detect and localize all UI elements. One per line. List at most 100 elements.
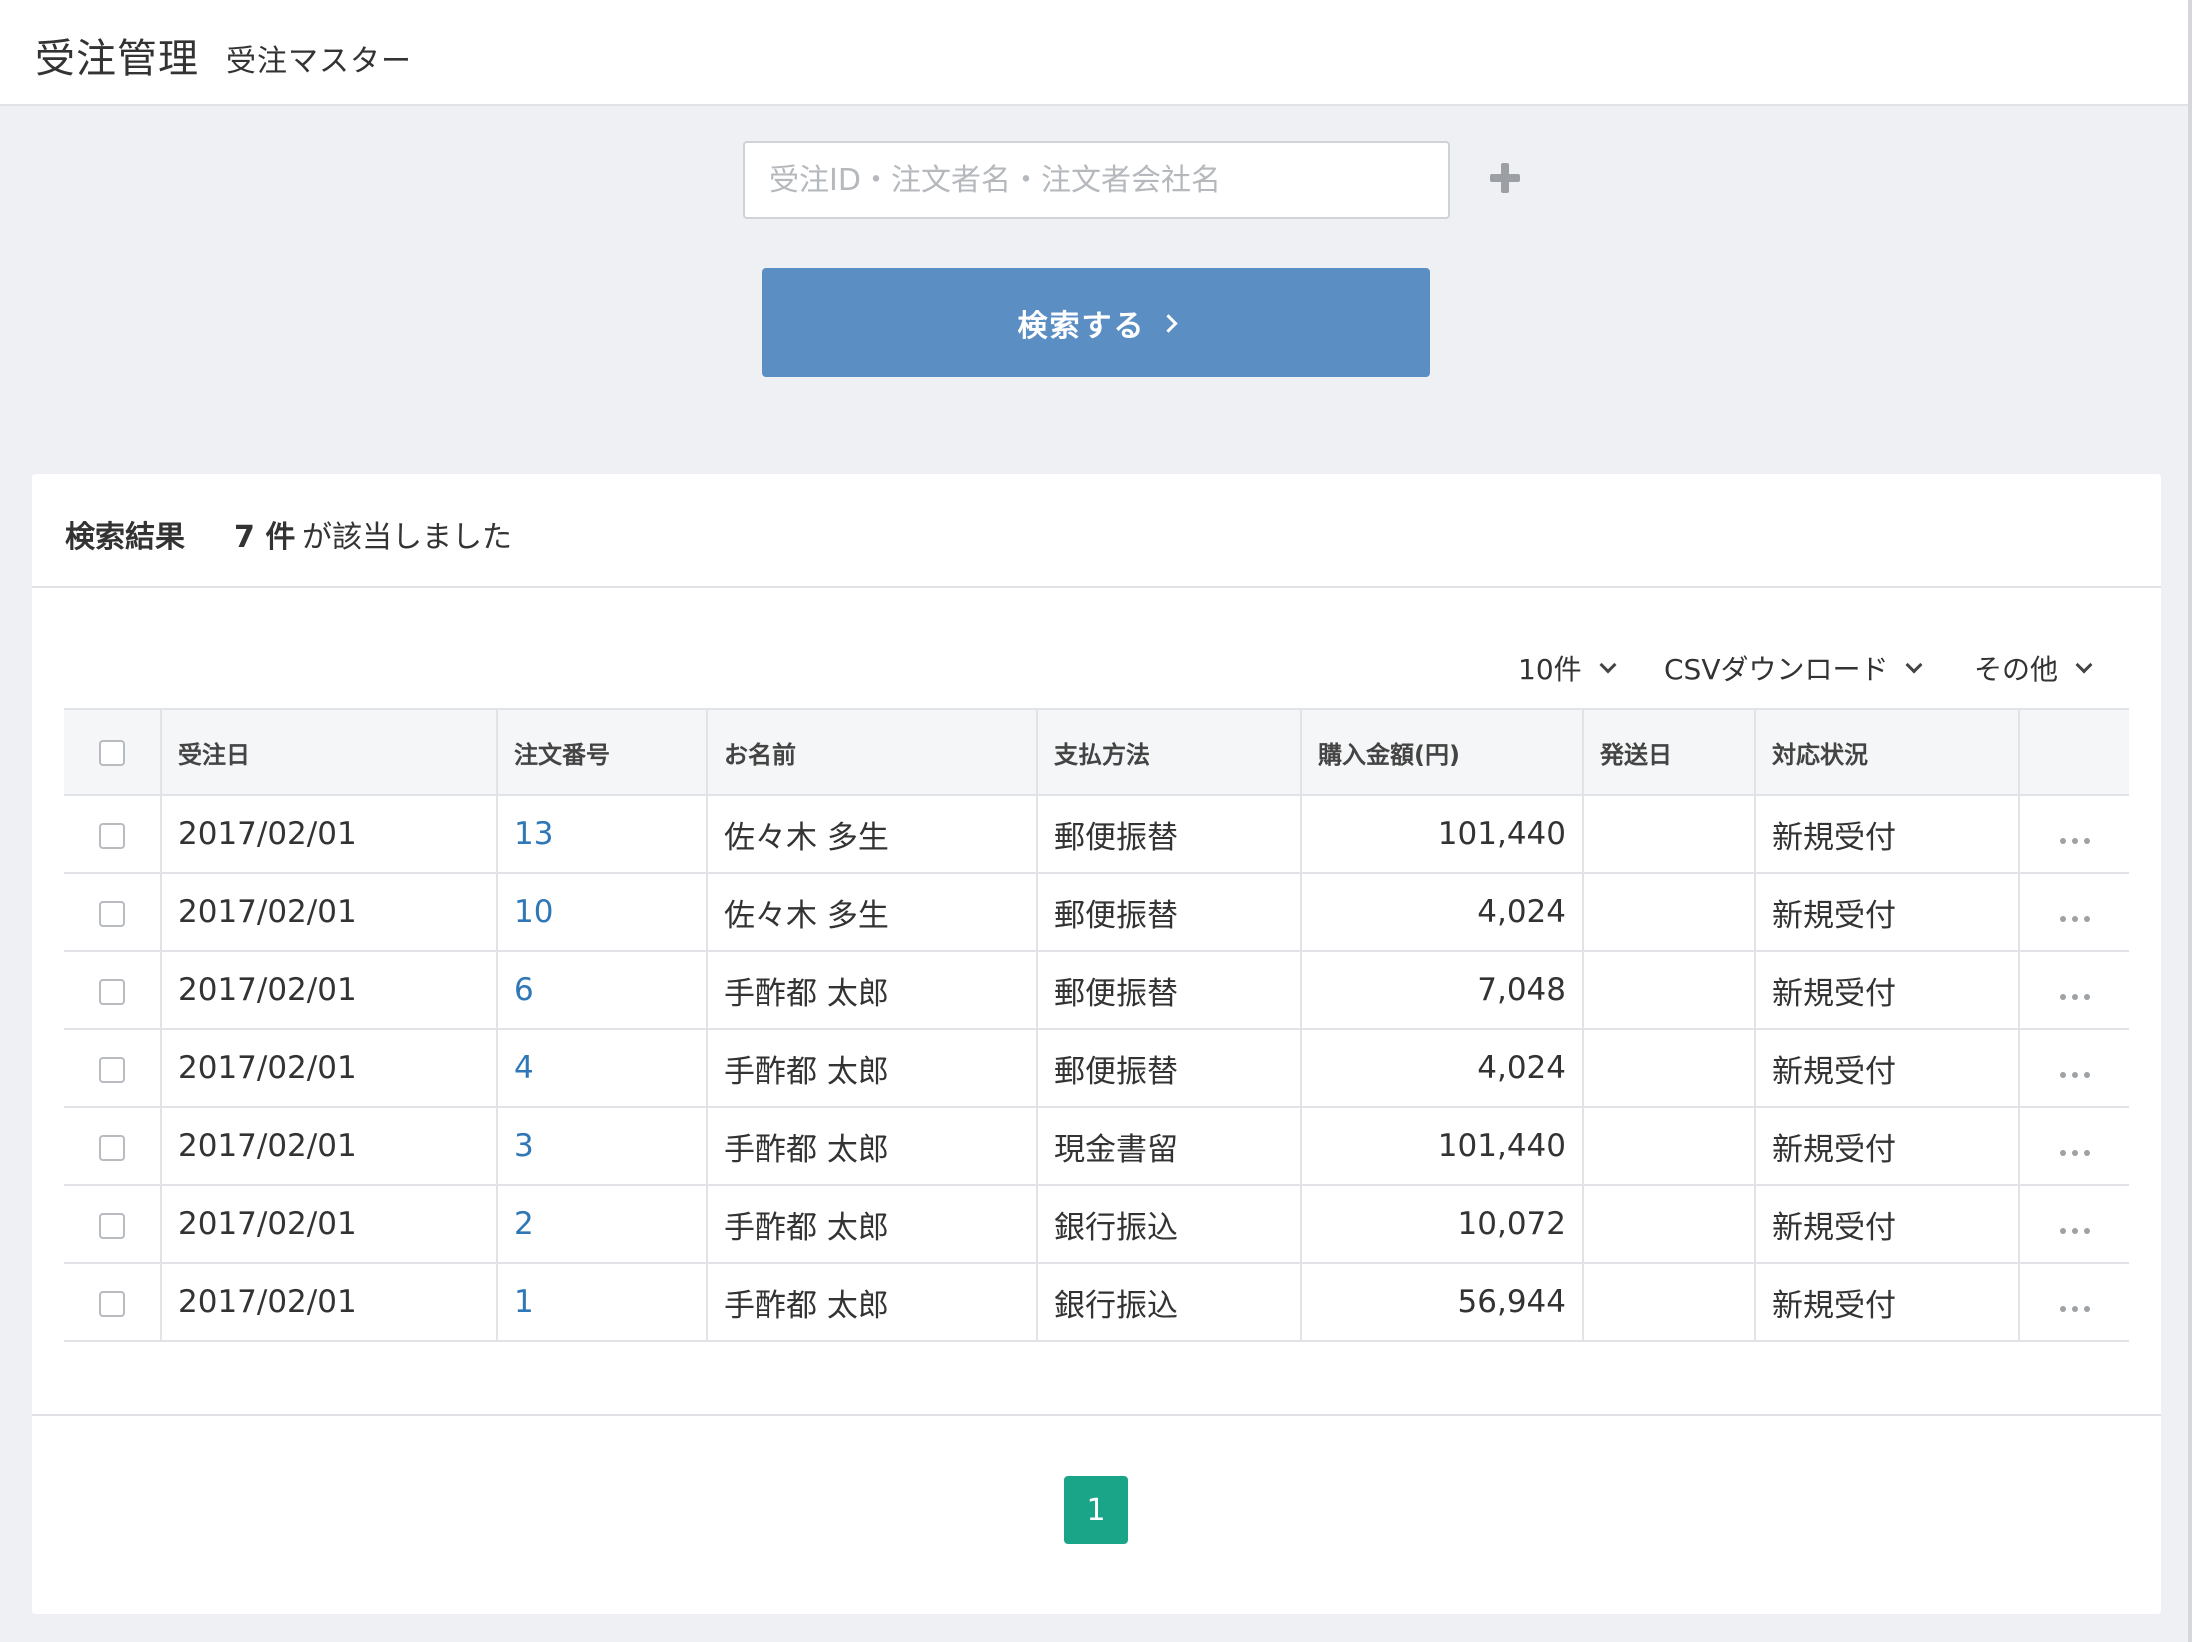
table-row: 2017/02/01 13 佐々木 多生 郵便振替 101,440 新規受付: [64, 795, 2129, 874]
row-checkbox[interactable]: [99, 1134, 125, 1161]
payment-method: 郵便振替: [1036, 1029, 1301, 1108]
payment-method: 郵便振替: [1036, 873, 1301, 952]
order-status: 新規受付: [1754, 1263, 2019, 1342]
results-suffix: が該当しました: [302, 520, 512, 555]
more-horizontal-icon[interactable]: [2036, 916, 2113, 922]
row-checkbox[interactable]: [99, 1290, 125, 1317]
order-status: 新規受付: [1754, 873, 2019, 952]
more-horizontal-icon[interactable]: [2036, 838, 2113, 844]
page-subtitle: 受注マスター: [226, 44, 412, 79]
purchase-amount: 10,072: [1300, 1185, 1583, 1264]
purchase-amount: 56,944: [1300, 1263, 1583, 1342]
order-status: 新規受付: [1754, 1185, 2019, 1264]
search-button-label: 検索する: [1017, 308, 1146, 344]
table-header-row: 受注日 注文番号 お名前 支払方法 購入金額(円) 発送日 対応状況: [64, 708, 2129, 796]
row-checkbox[interactable]: [99, 822, 125, 849]
page-title: 受注管理: [35, 36, 199, 82]
more-horizontal-icon[interactable]: [2036, 1150, 2113, 1156]
search-input[interactable]: [743, 141, 1450, 219]
customer-name: 手酢都 太郎: [706, 1263, 1037, 1342]
column-header[interactable]: 発送日: [1582, 708, 1755, 796]
order-number-link[interactable]: 10: [496, 873, 707, 952]
other-dropdown[interactable]: その他: [1974, 648, 2093, 688]
table-row: 2017/02/01 10 佐々木 多生 郵便振替 4,024 新規受付: [64, 873, 2129, 952]
ship-date: [1582, 1263, 1755, 1342]
purchase-amount: 4,024: [1300, 873, 1583, 952]
column-header[interactable]: 受注日: [160, 708, 497, 796]
row-actions-cell: [2018, 1263, 2129, 1342]
results-header: 検索結果 7 件 が該当しました: [32, 474, 2161, 588]
row-actions-cell: [2018, 795, 2129, 874]
row-checkbox[interactable]: [99, 978, 125, 1005]
csv-download-label: CSVダウンロード: [1664, 653, 1889, 686]
row-actions-cell: [2018, 1185, 2129, 1264]
row-select-cell: [64, 951, 161, 1030]
more-horizontal-icon[interactable]: [2036, 1228, 2113, 1234]
column-header[interactable]: 購入金額(円): [1300, 708, 1583, 796]
per-page-dropdown[interactable]: 10件: [1518, 648, 1617, 688]
purchase-amount: 101,440: [1300, 1107, 1583, 1186]
row-select-cell: [64, 1263, 161, 1342]
per-page-label: 10件: [1518, 653, 1582, 686]
payment-method: 銀行振込: [1036, 1185, 1301, 1264]
chevron-down-icon: [1599, 656, 1617, 674]
csv-download-dropdown[interactable]: CSVダウンロード: [1664, 648, 1923, 688]
results-count: 7 件: [234, 520, 296, 555]
ship-date: [1582, 795, 1755, 874]
row-checkbox[interactable]: [99, 1056, 125, 1083]
row-actions-cell: [2018, 1029, 2129, 1108]
ship-date: [1582, 1107, 1755, 1186]
order-number-link[interactable]: 13: [496, 795, 707, 874]
order-number-link[interactable]: 3: [496, 1107, 707, 1186]
column-header[interactable]: 支払方法: [1036, 708, 1301, 796]
order-number-link[interactable]: 1: [496, 1263, 707, 1342]
order-number-link[interactable]: 2: [496, 1185, 707, 1264]
order-status: 新規受付: [1754, 1029, 2019, 1108]
order-date: 2017/02/01: [160, 1263, 497, 1342]
purchase-amount: 7,048: [1300, 951, 1583, 1030]
customer-name: 佐々木 多生: [706, 795, 1037, 874]
divider: [32, 1414, 2161, 1416]
search-button[interactable]: 検索する: [762, 268, 1430, 377]
more-horizontal-icon[interactable]: [2036, 994, 2113, 1000]
order-date: 2017/02/01: [160, 795, 497, 874]
column-header[interactable]: 対応状況: [1754, 708, 2019, 796]
order-number-link[interactable]: 4: [496, 1029, 707, 1108]
payment-method: 銀行振込: [1036, 1263, 1301, 1342]
table-row: 2017/02/01 1 手酢都 太郎 銀行振込 56,944 新規受付: [64, 1263, 2129, 1342]
row-select-cell: [64, 1029, 161, 1108]
row-checkbox[interactable]: [99, 1212, 125, 1239]
table-row: 2017/02/01 4 手酢都 太郎 郵便振替 4,024 新規受付: [64, 1029, 2129, 1108]
table-row: 2017/02/01 6 手酢都 太郎 郵便振替 7,048 新規受付: [64, 951, 2129, 1030]
order-date: 2017/02/01: [160, 873, 497, 952]
ship-date: [1582, 951, 1755, 1030]
pagination-page-1[interactable]: 1: [1064, 1476, 1128, 1544]
select-all-cell: [64, 708, 161, 796]
more-horizontal-icon[interactable]: [2036, 1306, 2113, 1312]
column-header[interactable]: お名前: [706, 708, 1037, 796]
customer-name: 佐々木 多生: [706, 873, 1037, 952]
order-date: 2017/02/01: [160, 1185, 497, 1264]
column-header[interactable]: 注文番号: [496, 708, 707, 796]
order-date: 2017/02/01: [160, 1029, 497, 1108]
customer-name: 手酢都 太郎: [706, 1107, 1037, 1186]
other-label: その他: [1974, 653, 2059, 686]
row-actions-cell: [2018, 873, 2129, 952]
row-select-cell: [64, 1107, 161, 1186]
page: 受注管理 受注マスター 検索する 検索結果 7 件 が該当しました 10件 CS…: [0, 0, 2192, 1642]
order-date: 2017/02/01: [160, 1107, 497, 1186]
ship-date: [1582, 1029, 1755, 1108]
row-checkbox[interactable]: [99, 900, 125, 927]
chevron-down-icon: [1905, 656, 1923, 674]
order-number-link[interactable]: 6: [496, 951, 707, 1030]
results-label: 検索結果: [65, 520, 185, 555]
more-horizontal-icon[interactable]: [2036, 1072, 2113, 1078]
chevron-down-icon: [2075, 656, 2093, 674]
row-actions-cell: [2018, 1107, 2129, 1186]
plus-icon[interactable]: [1490, 158, 1520, 198]
row-select-cell: [64, 795, 161, 874]
row-select-cell: [64, 873, 161, 952]
customer-name: 手酢都 太郎: [706, 1185, 1037, 1264]
purchase-amount: 4,024: [1300, 1029, 1583, 1108]
select-all-checkbox[interactable]: [99, 740, 125, 766]
